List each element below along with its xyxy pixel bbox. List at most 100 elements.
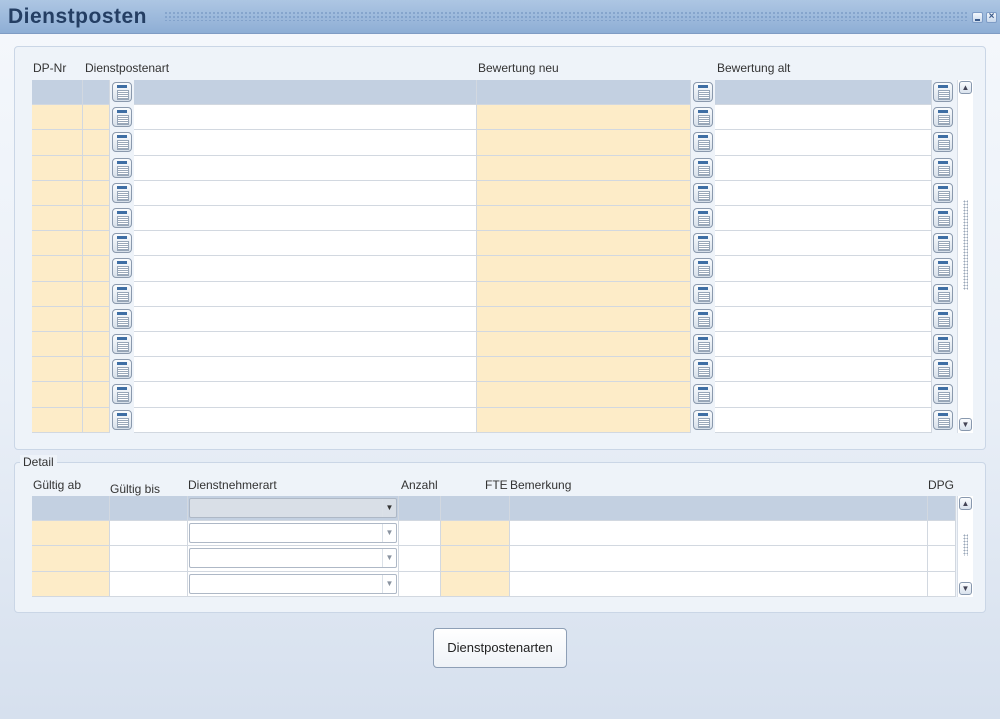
list-of-values-icon[interactable]	[112, 359, 132, 380]
dp-nr-field[interactable]	[32, 357, 83, 383]
list-of-values-icon[interactable]	[112, 384, 132, 405]
bewertung-alt-field[interactable]	[715, 407, 932, 433]
list-of-values-icon[interactable]	[693, 283, 713, 304]
list-of-values-icon[interactable]	[112, 107, 132, 128]
bewertung-neu-field[interactable]	[477, 382, 691, 408]
dp-nr-field[interactable]	[32, 130, 83, 156]
bewertung-alt-field[interactable]	[715, 105, 932, 131]
bemerkung-field[interactable]	[510, 496, 928, 522]
dp-nr-field[interactable]	[32, 407, 83, 433]
bewertung-alt-field[interactable]	[715, 256, 932, 282]
bewertung-neu-field[interactable]	[477, 306, 691, 332]
dienstpostenart-field[interactable]	[134, 155, 477, 181]
anzahl-field[interactable]	[399, 571, 441, 597]
dienstpostenart-field[interactable]	[134, 332, 477, 358]
list-of-values-icon[interactable]	[693, 107, 713, 128]
gueltig-ab-field[interactable]	[32, 571, 110, 597]
list-of-values-icon[interactable]	[693, 384, 713, 405]
dp-nr-field[interactable]	[32, 155, 83, 181]
list-of-values-icon[interactable]	[693, 82, 713, 102]
bewertung-neu-field[interactable]	[477, 407, 691, 433]
bewertung-neu-field[interactable]	[477, 105, 691, 131]
fte-field[interactable]	[441, 546, 510, 572]
list-of-values-icon[interactable]	[112, 208, 132, 228]
dp-nr-field[interactable]	[32, 306, 83, 332]
dienstnehmerart-select[interactable]: ▼	[189, 498, 397, 518]
list-of-values-icon[interactable]	[933, 208, 953, 228]
chevron-down-icon[interactable]: ▼	[382, 574, 396, 593]
list-of-values-icon[interactable]	[693, 233, 713, 254]
list-of-values-icon[interactable]	[933, 258, 953, 279]
list-of-values-icon[interactable]	[933, 132, 953, 153]
fte-field[interactable]	[441, 521, 510, 547]
list-of-values-icon[interactable]	[933, 82, 953, 102]
close-icon[interactable]: ×	[986, 12, 997, 23]
dpg-field[interactable]	[928, 571, 956, 597]
bewertung-alt-field[interactable]	[715, 180, 932, 206]
list-of-values-icon[interactable]	[693, 334, 713, 354]
list-of-values-icon[interactable]	[933, 409, 953, 430]
dienstpostenart-field[interactable]	[134, 306, 477, 332]
list-of-values-icon[interactable]	[933, 359, 953, 380]
list-of-values-icon[interactable]	[933, 334, 953, 354]
dienstpostenart-field[interactable]	[134, 281, 477, 307]
list-of-values-icon[interactable]	[693, 157, 713, 178]
dp-nr-field[interactable]	[32, 256, 83, 282]
dienstpostenart-field[interactable]	[134, 206, 477, 232]
dienstposten-scrollbar[interactable]: ▲ ▼	[957, 80, 973, 433]
dienstpostenart-field[interactable]	[134, 382, 477, 408]
bewertung-neu-field[interactable]	[477, 130, 691, 156]
list-of-values-icon[interactable]	[933, 182, 953, 203]
list-of-values-icon[interactable]	[112, 409, 132, 430]
dienstpostenart-field[interactable]	[134, 231, 477, 257]
list-of-values-icon[interactable]	[112, 334, 132, 354]
arrow-down-icon[interactable]: ▼	[959, 418, 972, 431]
list-of-values-icon[interactable]	[933, 384, 953, 405]
bewertung-neu-field[interactable]	[477, 206, 691, 232]
bewertung-neu-field[interactable]	[477, 281, 691, 307]
list-of-values-icon[interactable]	[693, 208, 713, 228]
gueltig-bis-field[interactable]	[110, 546, 188, 572]
bewertung-neu-field[interactable]	[477, 332, 691, 358]
dienstpostenart-field[interactable]	[134, 130, 477, 156]
bewertung-neu-field[interactable]	[477, 80, 691, 106]
dp-nr-field[interactable]	[32, 80, 83, 106]
anzahl-field[interactable]	[399, 521, 441, 547]
dienstpostenart-field[interactable]	[134, 407, 477, 433]
bewertung-alt-field[interactable]	[715, 206, 932, 232]
dpg-field[interactable]	[928, 546, 956, 572]
dienstpostenart-field[interactable]	[134, 80, 477, 106]
list-of-values-icon[interactable]	[112, 132, 132, 153]
dp-nr-field[interactable]	[32, 206, 83, 232]
bewertung-alt-field[interactable]	[715, 231, 932, 257]
scrollbar-grip[interactable]	[963, 534, 968, 556]
dienstpostenart-field[interactable]	[134, 357, 477, 383]
bewertung-alt-field[interactable]	[715, 130, 932, 156]
bewertung-alt-field[interactable]	[715, 155, 932, 181]
list-of-values-icon[interactable]	[693, 359, 713, 380]
gueltig-ab-field[interactable]	[32, 521, 110, 547]
dienstpostenarten-button[interactable]: Dienstpostenarten	[433, 628, 567, 668]
dp-nr-field[interactable]	[32, 281, 83, 307]
list-of-values-icon[interactable]	[112, 258, 132, 279]
bewertung-alt-field[interactable]	[715, 80, 932, 106]
scrollbar-grip[interactable]	[963, 200, 968, 290]
dpg-field[interactable]	[928, 496, 956, 522]
arrow-up-icon[interactable]: ▲	[959, 81, 972, 94]
list-of-values-icon[interactable]	[112, 233, 132, 254]
dienstpostenart-field[interactable]	[134, 256, 477, 282]
arrow-down-icon[interactable]: ▼	[959, 582, 972, 595]
list-of-values-icon[interactable]	[933, 283, 953, 304]
list-of-values-icon[interactable]	[933, 107, 953, 128]
bewertung-alt-field[interactable]	[715, 281, 932, 307]
anzahl-field[interactable]	[399, 496, 441, 522]
bemerkung-field[interactable]	[510, 546, 928, 572]
gueltig-bis-field[interactable]	[110, 496, 188, 522]
bewertung-alt-field[interactable]	[715, 357, 932, 383]
list-of-values-icon[interactable]	[693, 409, 713, 430]
list-of-values-icon[interactable]	[933, 233, 953, 254]
list-of-values-icon[interactable]	[112, 283, 132, 304]
minimize-icon[interactable]	[972, 12, 983, 23]
fte-field[interactable]	[441, 496, 510, 522]
dp-nr-field[interactable]	[32, 382, 83, 408]
